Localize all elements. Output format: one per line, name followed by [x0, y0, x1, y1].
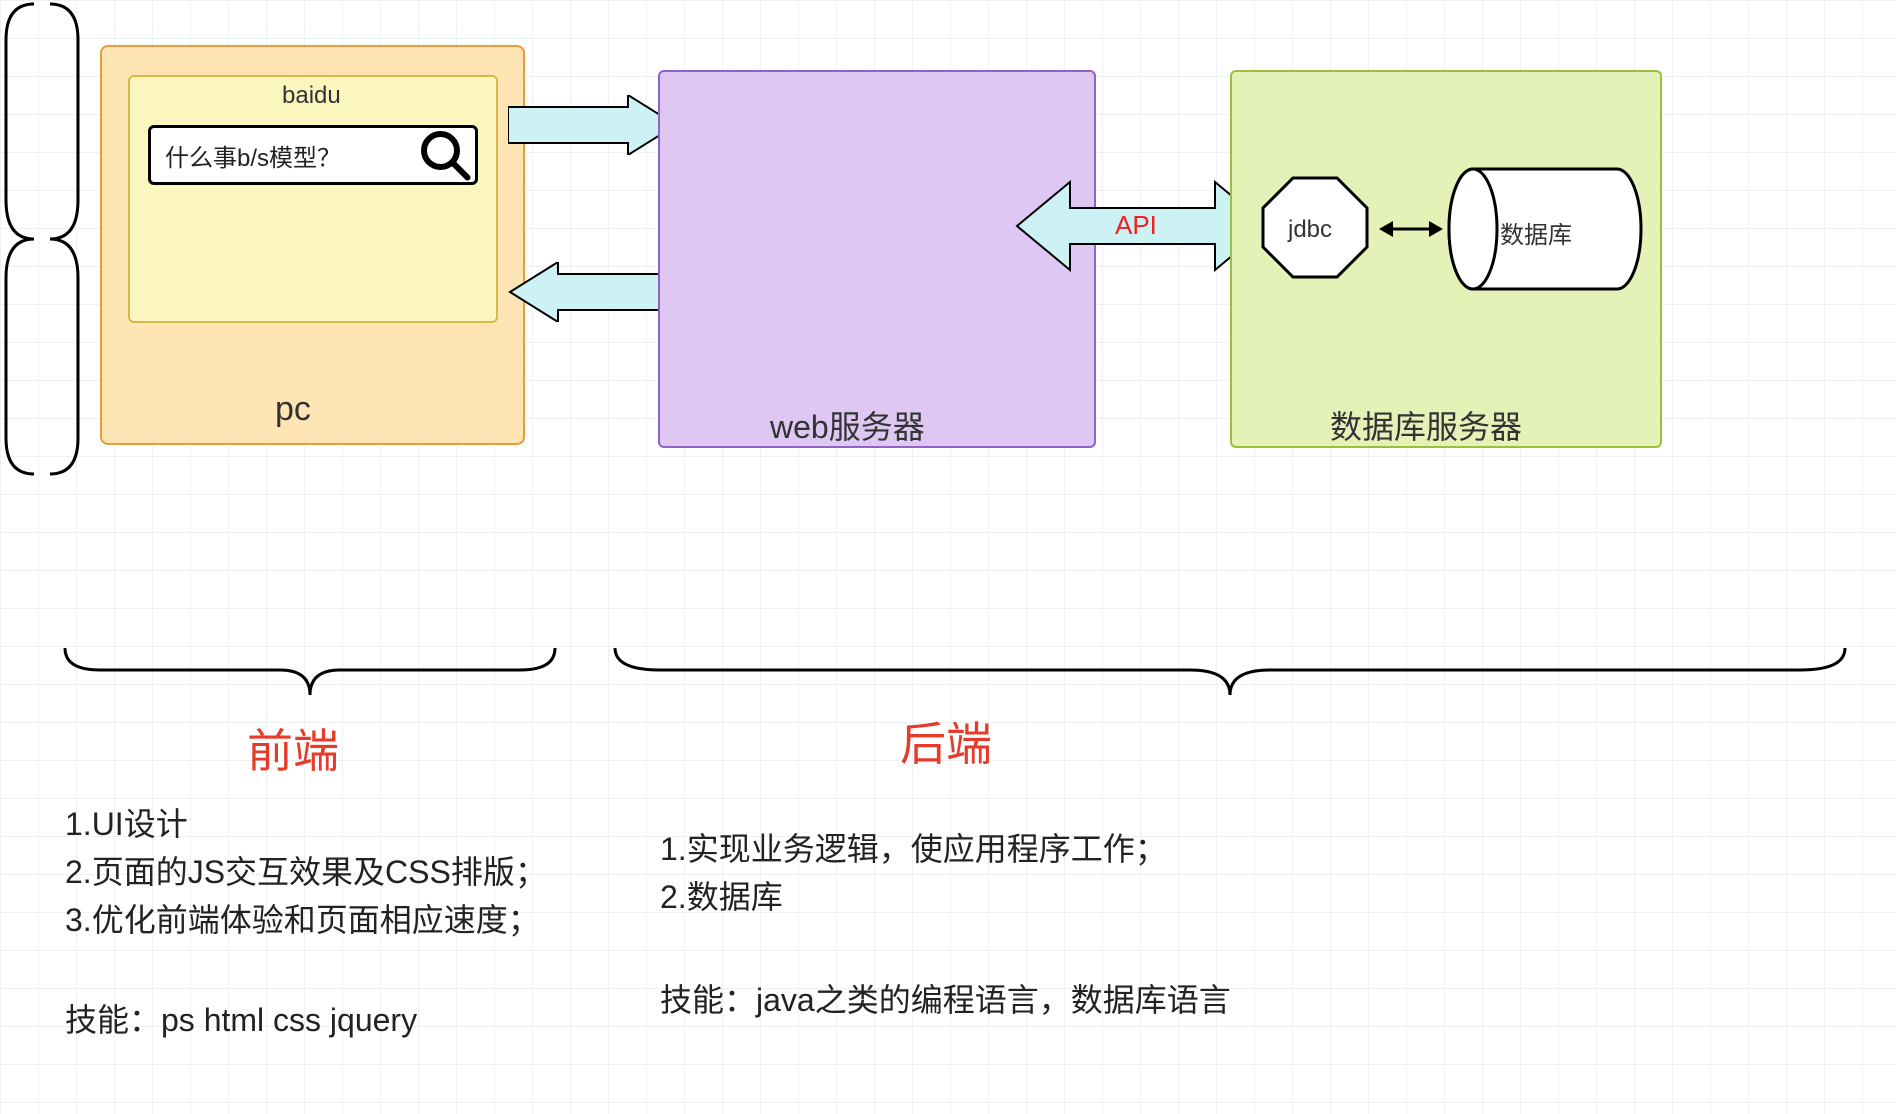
backend-line1: 1.实现业务逻辑，使应用程序工作； — [660, 825, 1167, 875]
db-server-label: 数据库服务器 — [1330, 402, 1522, 448]
web-server-label: web服务器 — [770, 402, 925, 448]
database-label: 数据库 — [1500, 215, 1572, 250]
bracket-right-icon — [44, 0, 84, 478]
frontend-skills: 技能：ps html css jquery — [65, 995, 417, 1041]
arrow-jdbc-db-icon — [1377, 217, 1445, 241]
curly-backend-icon — [610, 640, 1850, 700]
arrow-request-icon — [508, 95, 678, 155]
backend-heading: 后端 — [900, 708, 992, 774]
jdbc-label: jdbc — [1288, 216, 1332, 244]
bracket-left-icon — [0, 0, 40, 478]
api-label: API — [1115, 210, 1157, 241]
search-box: 什么事b/s模型？ — [148, 125, 478, 185]
backend-skills: 技能：java之类的编程语言，数据库语言 — [660, 975, 1231, 1021]
frontend-line3: 3.优化前端体验和页面相应速度； — [65, 896, 540, 946]
search-icon — [415, 125, 475, 185]
arrow-response-icon — [508, 262, 678, 322]
curly-frontend-icon — [60, 640, 560, 700]
backend-line2: 2.数据库 — [660, 873, 783, 923]
frontend-line1: 1.UI设计 — [65, 800, 188, 850]
frontend-line2: 2.页面的JS交互效果及CSS排版； — [65, 848, 547, 898]
pc-label: pc — [275, 390, 311, 429]
frontend-heading: 前端 — [247, 715, 339, 781]
browser-title: baidu — [282, 82, 341, 110]
browser-window — [128, 75, 498, 323]
search-query: 什么事b/s模型？ — [151, 138, 415, 173]
